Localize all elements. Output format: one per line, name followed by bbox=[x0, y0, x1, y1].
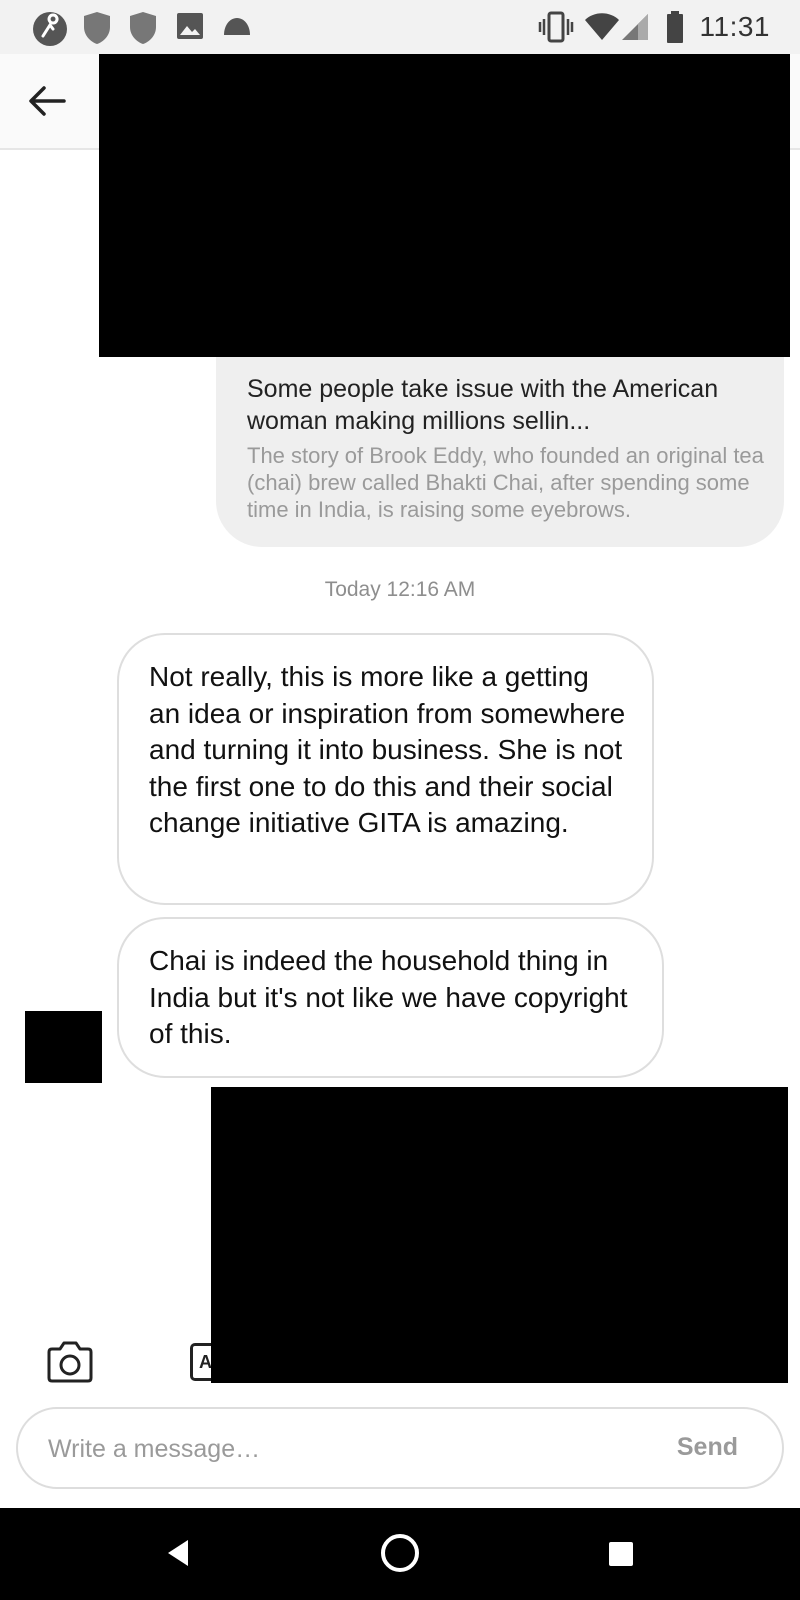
redacted-contact-header bbox=[99, 54, 790, 357]
status-time: 11:31 bbox=[699, 11, 770, 42]
cloud-icon bbox=[224, 18, 250, 35]
message-bubble[interactable]: Not really, this is more like a getting … bbox=[117, 633, 654, 905]
battery-icon bbox=[667, 11, 683, 43]
status-bar: 11:31 bbox=[0, 0, 800, 54]
message-input[interactable] bbox=[46, 1427, 610, 1471]
redacted-avatar bbox=[25, 1011, 102, 1083]
link-preview-card[interactable]: Some people take issue with the American… bbox=[216, 357, 784, 547]
signal-icon bbox=[622, 14, 648, 40]
back-triangle-icon[interactable] bbox=[164, 1538, 192, 1568]
redacted-message-block bbox=[211, 1087, 788, 1383]
camera-icon[interactable] bbox=[45, 1340, 95, 1384]
send-button[interactable]: Send bbox=[677, 1433, 738, 1462]
vibrate-icon bbox=[538, 11, 574, 43]
arrow-left-icon[interactable] bbox=[24, 78, 70, 124]
message-composer: Send bbox=[16, 1407, 784, 1489]
link-preview-description: The story of Brook Eddy, who founded an … bbox=[247, 443, 764, 522]
image-icon bbox=[177, 13, 203, 39]
navigation-bar bbox=[0, 1508, 800, 1600]
link-preview-title: Some people take issue with the American… bbox=[247, 375, 719, 435]
message-timestamp: Today 12:16 AM bbox=[324, 578, 476, 601]
wifi-icon bbox=[585, 13, 619, 40]
home-circle-icon[interactable] bbox=[379, 1532, 421, 1574]
shield-icon bbox=[84, 12, 110, 44]
recents-square-icon[interactable] bbox=[608, 1541, 634, 1567]
app-notification-icon bbox=[33, 12, 67, 46]
message-text: Chai is indeed the household thing in In… bbox=[149, 945, 628, 1049]
message-text: Not really, this is more like a getting … bbox=[149, 661, 626, 838]
message-bubble[interactable]: Chai is indeed the household thing in In… bbox=[117, 917, 664, 1078]
shield-icon bbox=[130, 12, 156, 44]
